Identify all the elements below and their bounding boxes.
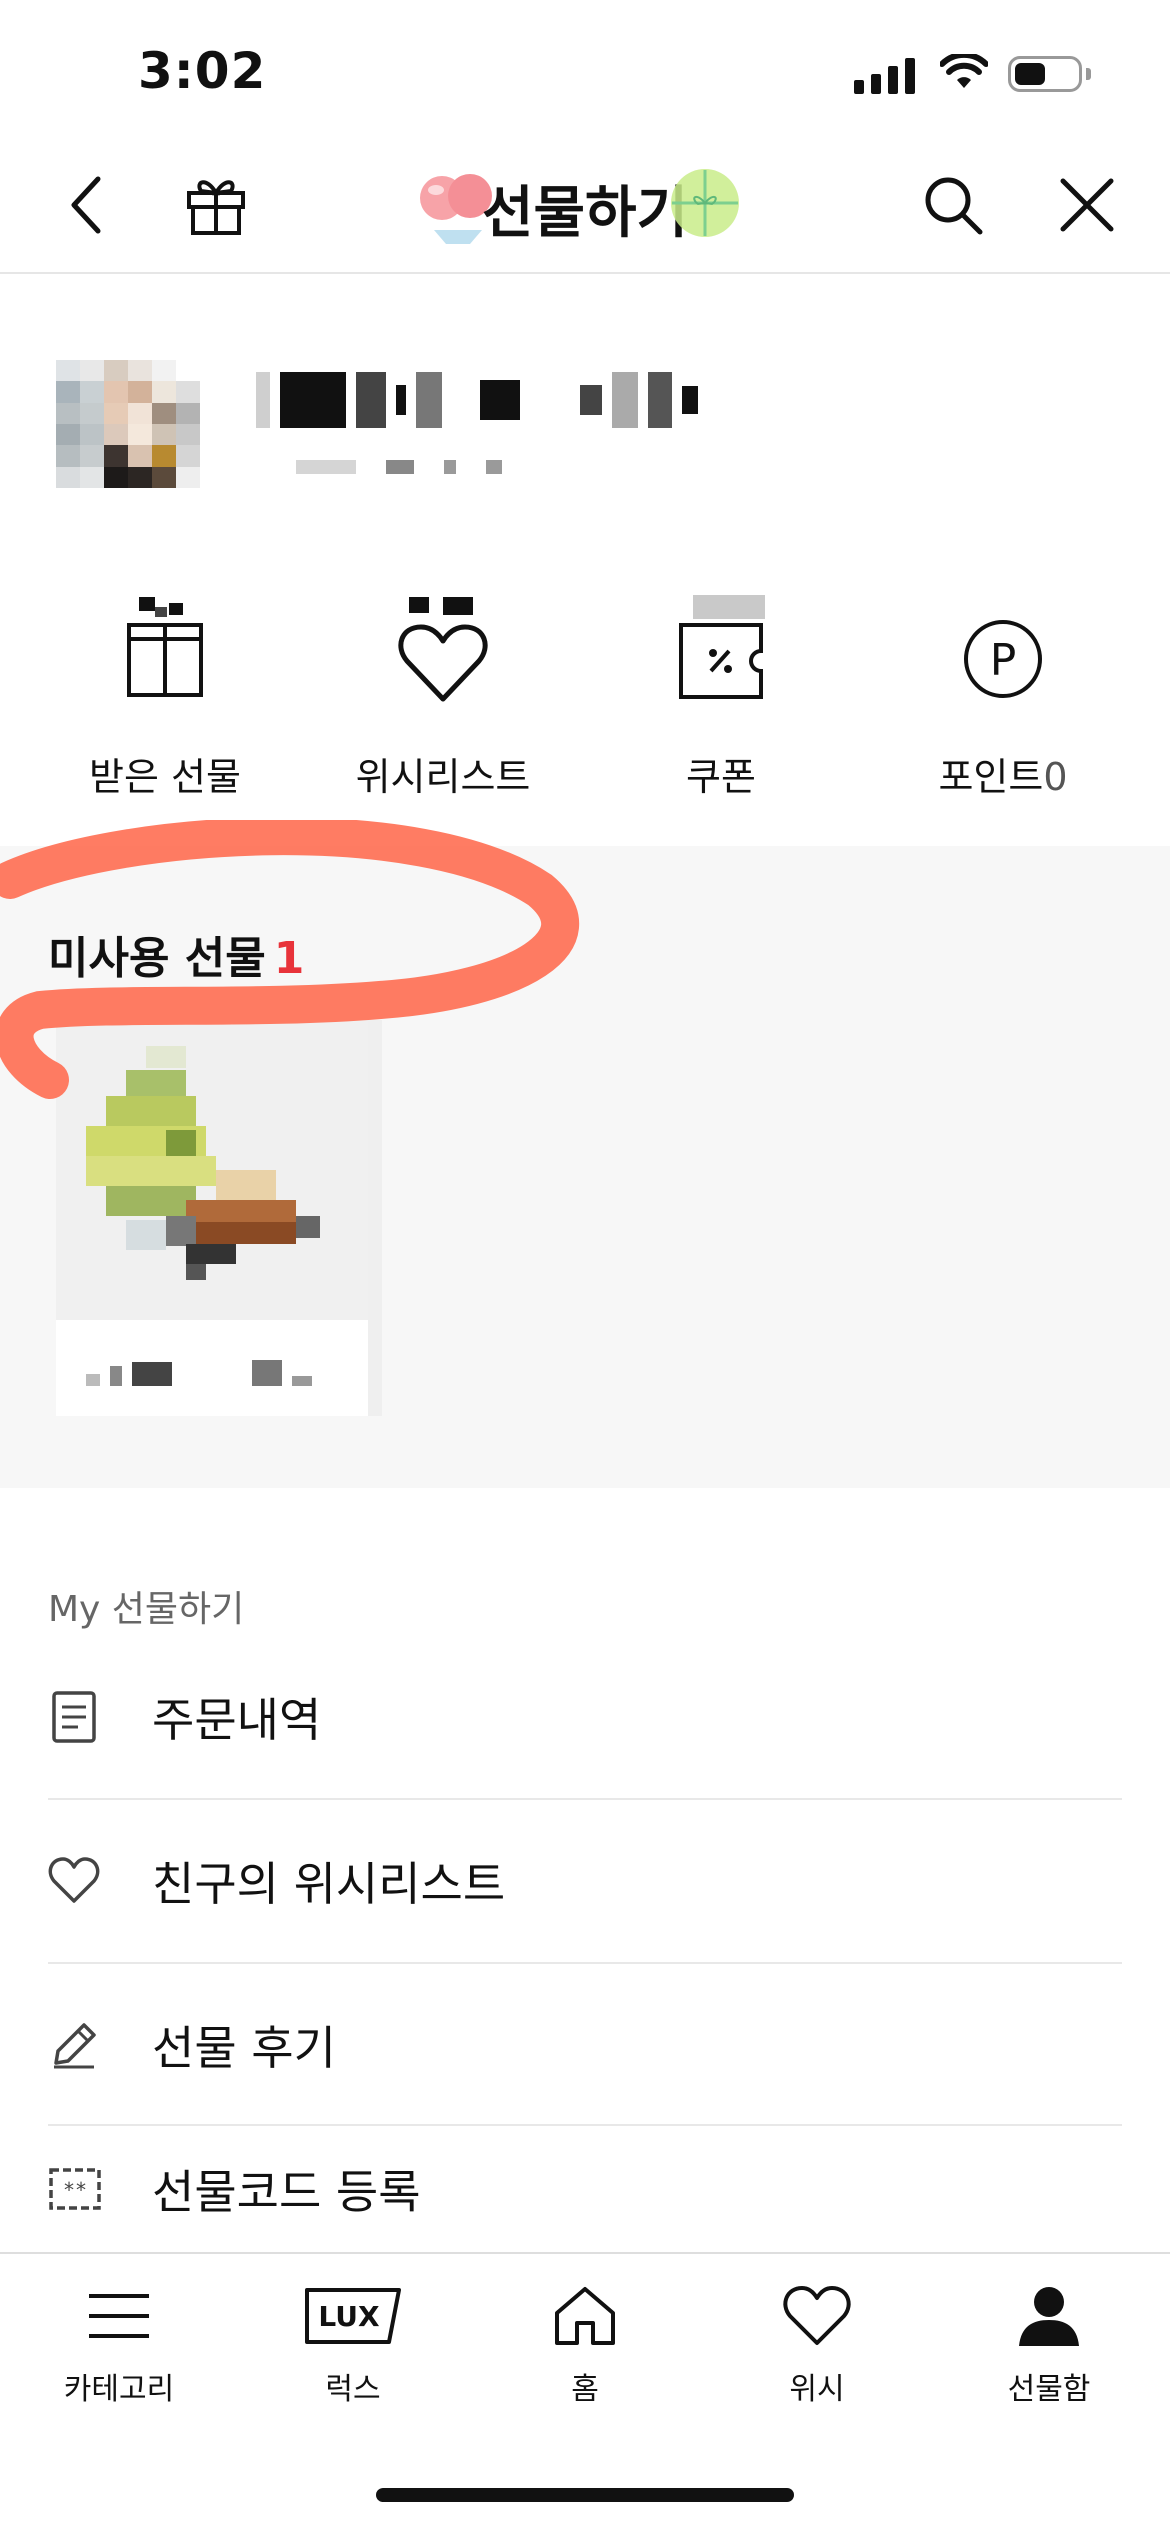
coupon-icon	[671, 580, 771, 730]
points-count: 0	[1043, 755, 1068, 799]
gift-box-icon	[115, 580, 215, 730]
lux-badge-text: LUX	[318, 2300, 380, 2333]
wishlist-button[interactable]: 위시리스트	[298, 580, 588, 801]
search-icon	[925, 177, 983, 235]
status-time: 3:02	[138, 42, 267, 100]
cellular-signal-icon	[854, 58, 915, 94]
lux-icon: LUX	[303, 2280, 403, 2352]
pencil-icon	[48, 2019, 152, 2071]
tab-giftbox[interactable]: 선물함	[932, 2280, 1166, 2408]
tab-label: 위시	[789, 2372, 845, 2407]
tab-wish[interactable]: 위시	[700, 2280, 934, 2408]
person-icon	[1017, 2280, 1081, 2352]
battery-cap	[1086, 68, 1091, 80]
points-label-wrap: 포인트0	[938, 746, 1067, 801]
wifi-icon	[939, 51, 989, 96]
heart-icon	[782, 2280, 852, 2352]
tab-label: 홈	[571, 2372, 599, 2407]
tab-label: 선물함	[1007, 2372, 1091, 2407]
menu-gift-review[interactable]: 선물 후기	[48, 1964, 1122, 2126]
points-button[interactable]: P 포인트0	[858, 580, 1148, 801]
ribbon-decoration-icon	[668, 166, 742, 240]
battery-icon	[1008, 56, 1082, 92]
tab-home[interactable]: 홈	[468, 2280, 702, 2408]
menu-label: 선물 후기	[152, 2021, 336, 2075]
menu-register-gift-code[interactable]: ** 선물코드 등록	[48, 2126, 1122, 2252]
home-icon	[553, 2280, 617, 2352]
menu-label: 주문내역	[152, 1693, 322, 1747]
gift-product-name	[86, 1360, 312, 1386]
menu-friends-wishlist[interactable]: 친구의 위시리스트	[48, 1800, 1122, 1962]
heart-outline-icon	[48, 1857, 152, 1905]
profile-name	[256, 372, 698, 428]
tab-lux[interactable]: LUX 럭스	[236, 2280, 470, 2408]
points-label: 포인트	[938, 755, 1044, 799]
code-ticket-icon: **	[48, 2167, 152, 2211]
page-title: 선물하기	[481, 181, 689, 246]
svg-text:P: P	[990, 635, 1017, 686]
svg-text:**: **	[63, 2178, 87, 2202]
search-button[interactable]	[918, 170, 988, 240]
avatar[interactable]	[56, 360, 200, 488]
header-divider	[0, 272, 1170, 274]
wishlist-label: 위시리스트	[355, 755, 531, 799]
coupon-button[interactable]: 쿠폰	[576, 580, 866, 801]
close-button[interactable]	[1052, 170, 1122, 240]
coupon-label: 쿠폰	[686, 755, 756, 799]
tab-label: 럭스	[325, 2372, 381, 2407]
my-section-title: My 선물하기	[48, 1589, 245, 1630]
menu-label: 선물코드 등록	[152, 2165, 421, 2219]
point-icon: P	[953, 580, 1053, 730]
heart-icon	[393, 580, 493, 730]
receipt-icon	[48, 1689, 152, 1745]
menu-label: 친구의 위시리스트	[152, 1857, 506, 1911]
tab-category[interactable]: 카테고리	[2, 2280, 236, 2408]
annotation-scribble	[0, 820, 580, 1099]
received-gifts-button[interactable]: 받은 선물	[20, 580, 310, 801]
menu-order-history[interactable]: 주문내역	[48, 1636, 1122, 1798]
received-gifts-label: 받은 선물	[89, 755, 241, 799]
tab-label: 카테고리	[63, 2372, 175, 2407]
menu-icon	[87, 2280, 151, 2352]
close-icon	[1060, 178, 1114, 232]
profile-subtext	[296, 460, 502, 474]
home-indicator[interactable]	[376, 2488, 794, 2502]
